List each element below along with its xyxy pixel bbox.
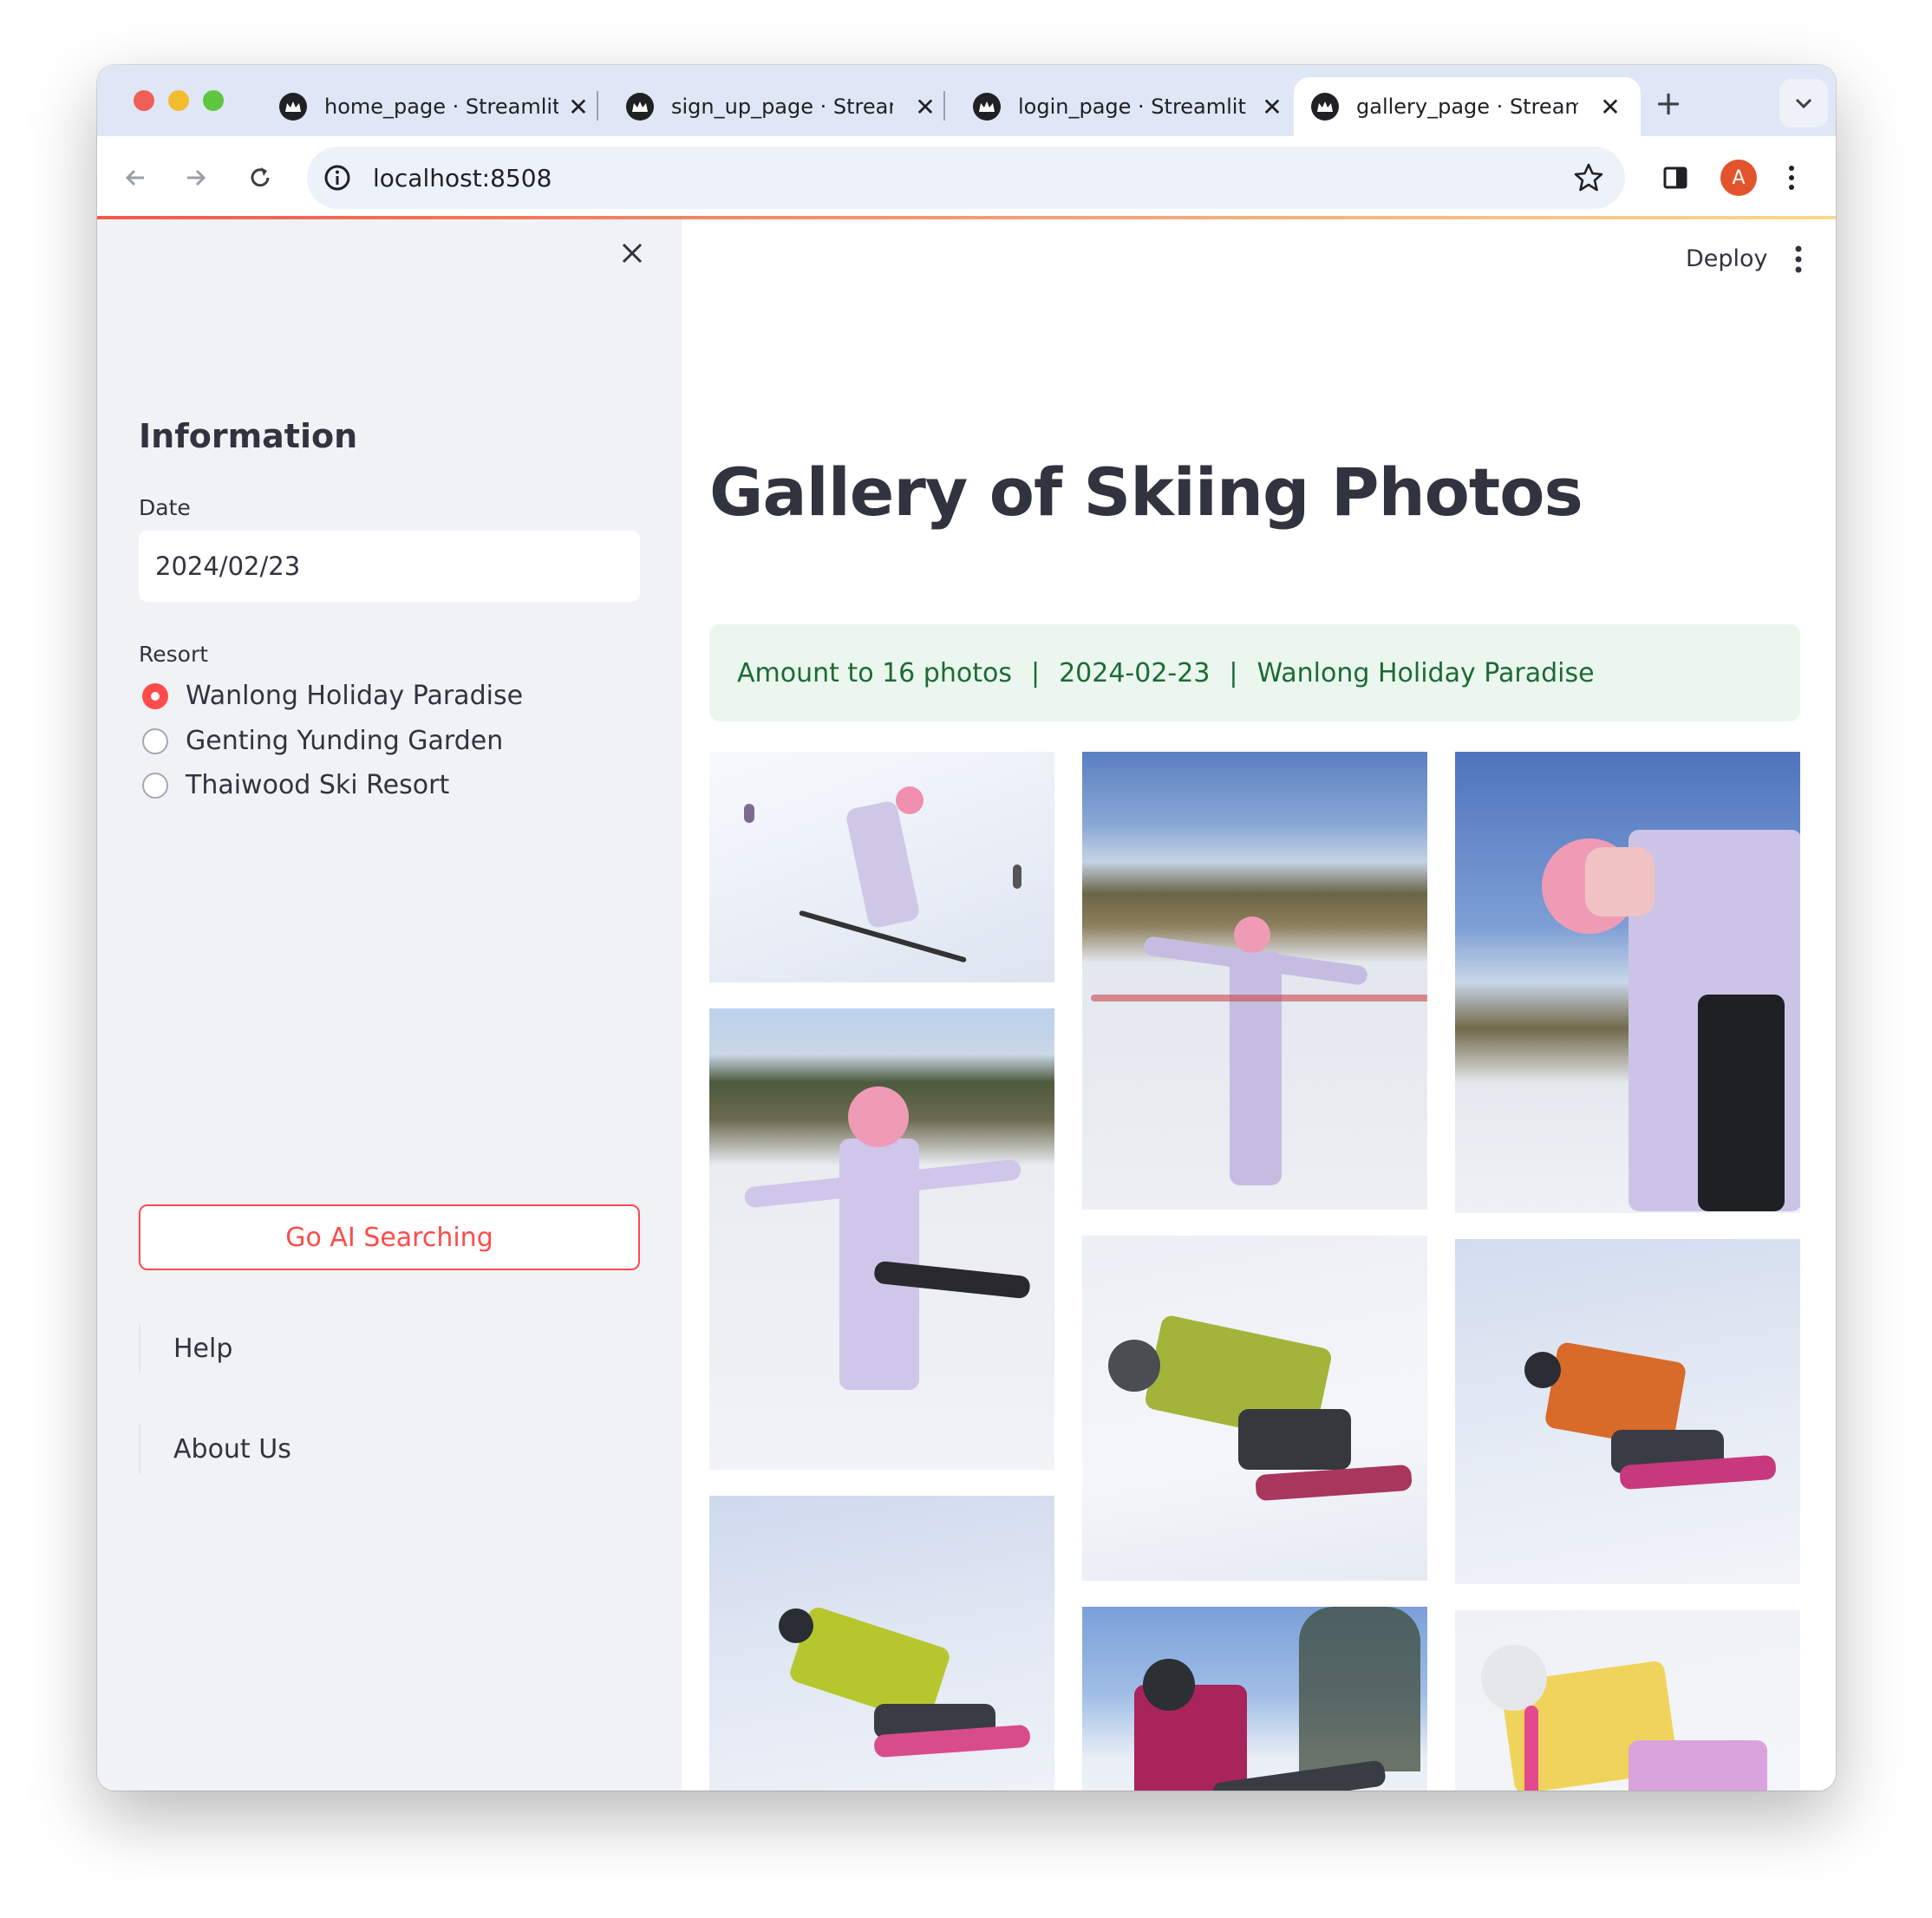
- chevron-down-icon: [1795, 98, 1812, 109]
- separator: |: [1030, 657, 1041, 688]
- new-tab-button[interactable]: +: [1649, 84, 1687, 122]
- separator: |: [1229, 657, 1238, 688]
- address-bar[interactable]: localhost:8508: [307, 147, 1625, 209]
- browser-window: home_page · Streamlit ✕ sign_up_page · S…: [97, 65, 1836, 1791]
- sidebar-link-help[interactable]: Help: [139, 1324, 232, 1373]
- browser-toolbar: localhost:8508 A: [97, 136, 1836, 219]
- bookmark-star-icon[interactable]: [1573, 162, 1604, 193]
- back-button[interactable]: [114, 157, 156, 199]
- summary-info-box: Amount to 16 photos | 2024-02-23 | Wanlo…: [709, 624, 1800, 721]
- arrow-right-icon: [187, 169, 206, 186]
- kebab-menu-icon: [1789, 166, 1794, 190]
- date-label: Date: [139, 495, 191, 520]
- deploy-button[interactable]: Deploy: [1686, 245, 1768, 272]
- close-sidebar-icon[interactable]: [617, 238, 647, 268]
- arrow-left-icon: [125, 169, 144, 186]
- radio-button[interactable]: [142, 727, 168, 754]
- tab-divider: [597, 91, 598, 121]
- gallery-photo[interactable]: [1082, 1236, 1427, 1581]
- radio-thaiwood[interactable]: Thaiwood Ski Resort: [142, 770, 449, 800]
- summary-resort: Wanlong Holiday Paradise: [1256, 657, 1595, 688]
- radio-wanlong[interactable]: Wanlong Holiday Paradise: [142, 681, 523, 711]
- radio-button[interactable]: [142, 772, 168, 799]
- tab-sign-up-page[interactable]: sign_up_page · Streamlit ✕: [609, 77, 956, 136]
- forward-button[interactable]: [175, 157, 217, 199]
- summary-date: 2024-02-23: [1059, 657, 1211, 688]
- go-ai-searching-button[interactable]: Go AI Searching: [139, 1204, 640, 1270]
- tab-title: gallery_page · Streamlit: [1356, 95, 1578, 119]
- tab-close-icon[interactable]: ✕: [1597, 93, 1623, 121]
- radio-label: Genting Yunding Garden: [186, 726, 504, 756]
- close-window-button[interactable]: [134, 90, 154, 111]
- radio-genting[interactable]: Genting Yunding Garden: [142, 726, 503, 756]
- profile-avatar[interactable]: A: [1720, 160, 1757, 196]
- site-info-icon[interactable]: [323, 163, 352, 192]
- reload-icon: [251, 167, 270, 187]
- radio-label: Thaiwood Ski Resort: [186, 770, 450, 800]
- sidebar-title: Information: [139, 417, 358, 455]
- main-content: Deploy Gallery of Skiing Photos Amount t…: [682, 219, 1836, 1791]
- gallery-photo[interactable]: [1455, 1239, 1800, 1584]
- gallery-photo[interactable]: [709, 1008, 1054, 1470]
- tab-close-icon[interactable]: ✕: [565, 93, 591, 121]
- tab-title: login_page · Streamlit: [1018, 95, 1246, 119]
- tab-divider: [943, 91, 945, 121]
- radio-button-checked[interactable]: [142, 682, 168, 709]
- gallery-photo[interactable]: [1455, 1610, 1800, 1791]
- gallery-photo[interactable]: [1455, 752, 1800, 1213]
- gallery-photo[interactable]: [709, 752, 1054, 982]
- date-input[interactable]: 2024/02/23: [139, 531, 640, 602]
- resort-label: Resort: [139, 642, 209, 667]
- reload-button[interactable]: [239, 157, 281, 199]
- tab-title: sign_up_page · Streamlit: [671, 95, 893, 119]
- tab-title: home_page · Streamlit: [324, 95, 558, 119]
- kebab-menu-icon[interactable]: [1790, 242, 1807, 277]
- maximize-window-button[interactable]: [203, 90, 224, 111]
- streamlit-favicon-icon: [279, 93, 307, 121]
- url-text[interactable]: localhost:8508: [373, 164, 552, 192]
- side-panel-button[interactable]: [1655, 157, 1696, 199]
- photo-count-text: Amount to 16 photos: [737, 657, 1012, 688]
- gallery-photo[interactable]: [709, 1496, 1054, 1791]
- tab-search-button[interactable]: [1779, 79, 1828, 127]
- streamlit-favicon-icon: [1311, 93, 1339, 121]
- gallery-photo[interactable]: [1082, 752, 1427, 1210]
- tab-home-page[interactable]: home_page · Streamlit ✕: [262, 77, 609, 136]
- tab-gallery-page[interactable]: gallery_page · Streamlit ✕: [1294, 77, 1641, 136]
- side-panel-icon: [1663, 166, 1687, 189]
- radio-label: Wanlong Holiday Paradise: [186, 681, 524, 711]
- page-title: Gallery of Skiing Photos: [709, 453, 1583, 531]
- sidebar: Information Date 2024/02/23 Resort Wanlo…: [97, 219, 682, 1791]
- sidebar-link-about-us[interactable]: About Us: [139, 1425, 291, 1473]
- minimize-window-button[interactable]: [168, 90, 189, 111]
- tab-login-page[interactable]: login_page · Streamlit ✕: [956, 77, 1302, 136]
- streamlit-favicon-icon: [973, 93, 1001, 121]
- tab-close-icon[interactable]: ✕: [1259, 93, 1285, 121]
- browser-menu-button[interactable]: [1771, 157, 1812, 199]
- tab-close-icon[interactable]: ✕: [912, 93, 938, 121]
- streamlit-favicon-icon: [626, 93, 654, 121]
- gallery-photo[interactable]: [1082, 1607, 1427, 1791]
- tab-strip: home_page · Streamlit ✕ sign_up_page · S…: [97, 65, 1836, 136]
